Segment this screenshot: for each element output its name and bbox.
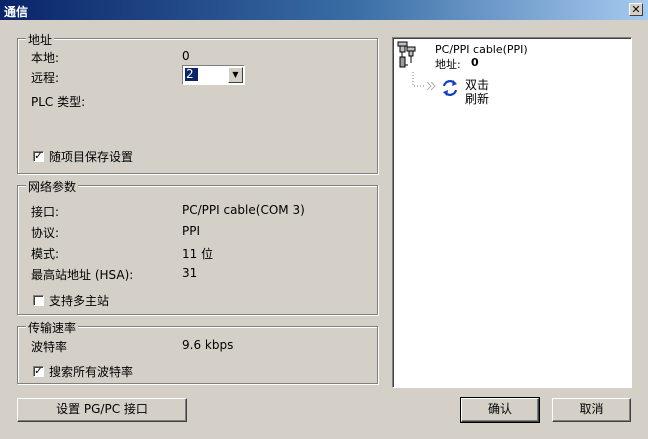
save-with-project-label[interactable]: 随项目保存设置 <box>49 148 133 165</box>
search-all-baud-checkbox[interactable]: ✓ <box>33 366 44 377</box>
window-title: 通信 <box>4 5 29 19</box>
multi-master-checkbox[interactable] <box>33 295 44 306</box>
mode-value: 11 位 <box>182 247 214 261</box>
setup-pgpc-interface-button[interactable]: 设置 PG/PC 接口 <box>17 398 187 422</box>
hsa-value: 31 <box>182 266 198 280</box>
remote-address-value: 2 <box>185 68 198 81</box>
local-address-label: 本地: <box>31 51 60 65</box>
close-button[interactable]: ✕ <box>629 3 643 16</box>
check-icon: ✓ <box>34 366 43 377</box>
tree-address-value: 0 <box>471 56 479 69</box>
tree-connector-line <box>412 72 436 91</box>
cancel-button[interactable]: 取消 <box>552 398 631 422</box>
mode-label: 模式: <box>31 247 60 261</box>
ok-button[interactable]: 确认 <box>460 397 540 423</box>
plc-type-label: PLC 类型: <box>31 95 86 109</box>
multi-master-label[interactable]: 支持多主站 <box>49 292 109 309</box>
interface-value: PC/PPI cable(COM 3) <box>182 203 305 217</box>
baud-rate-value: 9.6 kbps <box>182 338 234 352</box>
title-bar[interactable]: 通信 ✕ <box>0 0 648 20</box>
address-group-title: 地址 <box>26 31 55 48</box>
check-icon: ✓ <box>34 151 43 162</box>
chevron-down-icon[interactable]: ▼ <box>228 67 243 83</box>
protocol-value: PPI <box>182 224 201 238</box>
hsa-label: 最高站地址 (HSA): <box>31 268 134 282</box>
cable-icon <box>397 41 416 68</box>
baud-rate-group-title: 传输速率 <box>26 319 79 336</box>
baud-rate-label: 波特率 <box>31 340 68 354</box>
network-tree-panel[interactable]: PC/PPI cable(PPI) 地址: 0 双击 刷新 <box>392 37 632 388</box>
close-icon: ✕ <box>631 3 641 16</box>
tree-address-label: 地址: <box>435 58 461 71</box>
search-all-baud-label[interactable]: 搜索所有波特率 <box>49 363 133 380</box>
local-address-value: 0 <box>182 49 190 63</box>
cable-name[interactable]: PC/PPI cable(PPI) <box>435 43 528 56</box>
network-params-group-title: 网络参数 <box>26 178 79 195</box>
save-with-project-checkbox[interactable]: ✓ <box>33 151 44 162</box>
remote-address-select[interactable]: 2 ▼ <box>182 65 245 85</box>
refresh-icon[interactable] <box>440 78 460 98</box>
protocol-label: 协议: <box>31 226 60 240</box>
refresh-label[interactable]: 刷新 <box>465 90 489 107</box>
interface-label: 接口: <box>31 205 60 219</box>
remote-address-label: 远程: <box>31 71 60 85</box>
